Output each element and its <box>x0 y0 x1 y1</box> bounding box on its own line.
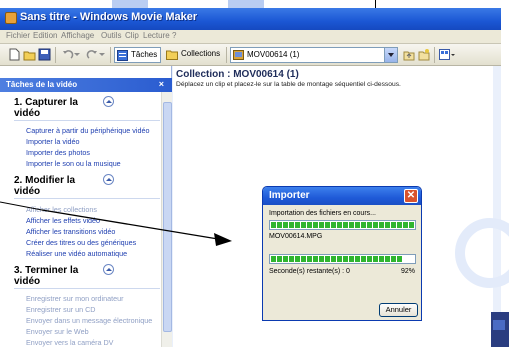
import-dialog-title: Importer <box>269 190 310 201</box>
background-fragment <box>493 320 505 330</box>
import-dialog-titlebar[interactable]: Importer <box>263 187 421 205</box>
file-progress-bar <box>269 220 416 230</box>
close-icon[interactable]: ✕ <box>404 189 418 203</box>
annotation-arrow <box>0 201 232 246</box>
total-progress-bar <box>269 254 416 264</box>
total-progress-fill <box>271 256 403 262</box>
percent-complete-text: 92% <box>401 268 416 275</box>
cancel-button[interactable]: Annuler <box>379 303 418 317</box>
time-remaining-text: Seconde(s) restante(s) : 0 <box>269 268 350 275</box>
import-file-name: MOV00614.MPG <box>269 233 323 240</box>
import-status-text: Importation des fichiers en cours... <box>269 210 376 217</box>
file-progress-fill <box>271 222 414 228</box>
